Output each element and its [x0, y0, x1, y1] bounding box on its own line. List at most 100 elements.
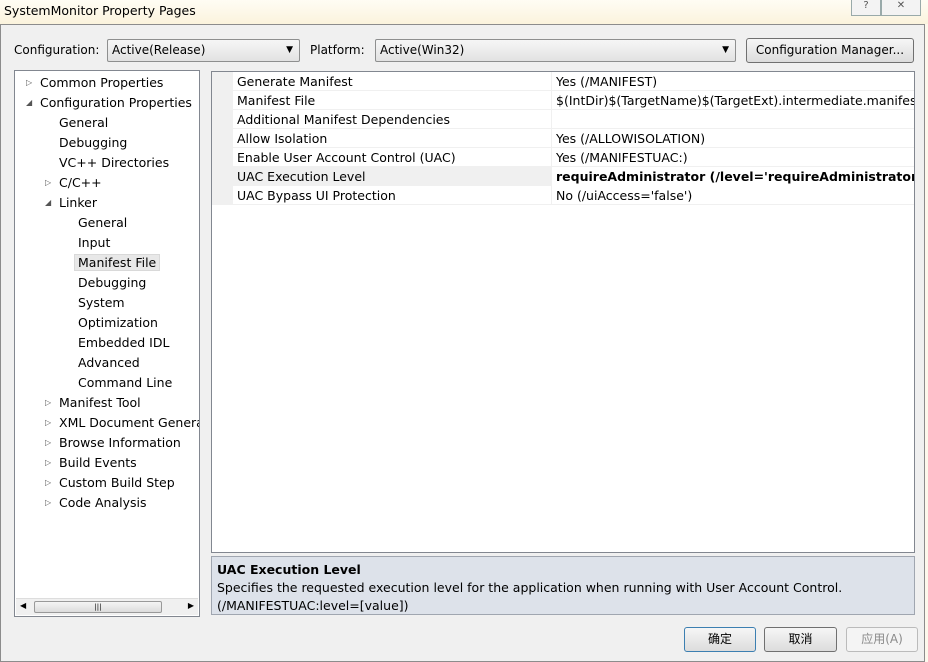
property-name: Generate Manifest — [237, 74, 353, 89]
tree-item-label: Configuration Properties — [40, 95, 192, 110]
property-row[interactable]: Allow Isolation Yes (/ALLOWISOLATION) — [212, 129, 914, 148]
expand-icon[interactable]: ▷ — [26, 74, 32, 92]
description-switch: (/MANIFESTUAC:level=[value]) — [217, 598, 409, 613]
property-grid: Generate Manifest Yes (/MANIFEST) Manifest… — [211, 71, 915, 553]
tree-item[interactable]: System — [78, 294, 125, 312]
expand-icon[interactable]: ▷ — [45, 474, 51, 492]
tree-item-label: Custom Build Step — [59, 475, 175, 490]
scroll-left-icon[interactable]: ◀ — [20, 601, 26, 610]
description-text: Specifies the requested execution level … — [217, 580, 843, 595]
property-row[interactable]: Additional Manifest Dependencies — [212, 110, 914, 129]
collapse-icon[interactable]: ◢ — [45, 194, 51, 212]
tree-item-label: Browse Information — [59, 435, 181, 450]
tree-item[interactable]: ▷ XML Document Generator — [45, 414, 199, 432]
tree-item[interactable]: Embedded IDL — [78, 334, 169, 352]
tree-item-label: C/C++ — [59, 175, 102, 190]
apply-button[interactable]: 应用(A) — [846, 627, 918, 652]
property-value[interactable]: Yes (/ALLOWISOLATION) — [551, 129, 914, 148]
tree-item-label: Manifest File — [74, 254, 161, 271]
tree-item[interactable]: ▷ Code Analysis — [45, 494, 147, 512]
scrollbar-thumb[interactable]: ||| — [34, 601, 162, 613]
ok-button[interactable]: 确定 — [684, 627, 756, 652]
row-gutter — [212, 110, 233, 129]
tree-item[interactable]: Debugging — [78, 274, 146, 292]
property-value[interactable] — [551, 110, 914, 129]
tree-item[interactable]: VC++ Directories — [59, 154, 169, 172]
tree-item-label: Debugging — [78, 275, 147, 290]
row-gutter — [212, 91, 233, 110]
tree-horizontal-scrollbar[interactable]: ◀ ||| ▶ — [16, 598, 198, 615]
row-gutter — [212, 72, 233, 91]
row-gutter — [212, 129, 233, 148]
platform-dropdown[interactable]: Active(Win32) ▼ — [375, 39, 736, 62]
row-gutter — [212, 167, 233, 186]
close-button[interactable]: ✕ — [881, 0, 921, 16]
dropdown-arrow-icon: ▼ — [286, 45, 293, 55]
tree-item-label: Input — [78, 235, 111, 250]
configuration-dropdown[interactable]: Active(Release) ▼ — [107, 39, 300, 62]
dropdown-arrow-icon: ▼ — [722, 45, 729, 55]
property-row[interactable]: Generate Manifest Yes (/MANIFEST) — [212, 72, 914, 91]
tree-item[interactable]: General — [78, 214, 127, 232]
close-icon: ✕ — [896, 0, 906, 11]
configuration-manager-button[interactable]: Configuration Manager... — [746, 38, 914, 63]
tree-item[interactable]: ▷ Common Properties — [26, 74, 164, 92]
tree-item[interactable]: Input — [78, 234, 110, 252]
tree-item-label: Embedded IDL — [78, 335, 170, 350]
tree-item[interactable]: ▷ Browse Information — [45, 434, 181, 452]
property-value[interactable]: No (/uiAccess='false') — [551, 186, 914, 205]
tree-item[interactable]: Debugging — [59, 134, 127, 152]
collapse-icon[interactable]: ◢ — [26, 94, 32, 112]
tree-item-label: Code Analysis — [59, 495, 147, 510]
row-gutter — [212, 186, 233, 205]
window-title: SystemMonitor Property Pages — [4, 3, 196, 18]
tree-item[interactable]: Optimization — [78, 314, 158, 332]
expand-icon[interactable]: ▷ — [45, 434, 51, 452]
tree-item[interactable]: General — [59, 114, 108, 132]
platform-label: Platform: — [310, 43, 365, 57]
tree-item-label: Common Properties — [40, 75, 164, 90]
tree-item-label: XML Document Generator — [59, 415, 199, 430]
expand-icon[interactable]: ▷ — [45, 414, 51, 432]
expand-icon[interactable]: ▷ — [45, 394, 51, 412]
tree-item-label: General — [59, 115, 109, 130]
configuration-value: Active(Release) — [112, 43, 206, 57]
tree-item-label: System — [78, 295, 125, 310]
tree-item[interactable]: ▷ Build Events — [45, 454, 137, 472]
cancel-button[interactable]: 取消 — [764, 627, 837, 652]
tree-item[interactable]: ◢ Linker — [45, 194, 97, 212]
title-bar: SystemMonitor Property Pages ? ✕ — [0, 0, 928, 24]
tree-item[interactable]: ◢ Configuration Properties — [26, 94, 192, 112]
property-value[interactable]: $(IntDir)$(TargetName)$(TargetExt).inter… — [551, 91, 914, 110]
expand-icon[interactable]: ▷ — [45, 174, 51, 192]
property-row[interactable]: Enable User Account Control (UAC) Yes (/M… — [212, 148, 914, 167]
help-button[interactable]: ? — [851, 0, 881, 16]
tree-item-label: VC++ Directories — [59, 155, 170, 170]
tree-item-label: General — [78, 215, 128, 230]
expand-icon[interactable]: ▷ — [45, 454, 51, 472]
tree-item[interactable]: Advanced — [78, 354, 140, 372]
help-icon: ? — [863, 0, 869, 11]
expand-icon[interactable]: ▷ — [45, 494, 51, 512]
property-value[interactable]: requireAdministrator (/level='requireAdm… — [551, 167, 914, 186]
property-row[interactable]: UAC Execution Level requireAdministrator … — [212, 167, 914, 186]
description-title: UAC Execution Level — [217, 562, 361, 577]
tree-item[interactable]: ▷ Manifest Tool — [45, 394, 141, 412]
tree-item[interactable]: ▷ Custom Build Step — [45, 474, 175, 492]
tree-item-label: Manifest Tool — [59, 395, 141, 410]
property-name: Additional Manifest Dependencies — [237, 112, 451, 127]
property-name: Allow Isolation — [237, 131, 328, 146]
property-row[interactable]: Manifest File $(IntDir)$(TargetName)$(Tar… — [212, 91, 914, 110]
tree-item[interactable]: ▷ C/C++ — [45, 174, 102, 192]
property-name: Manifest File — [237, 93, 316, 108]
tree-item[interactable]: Command Line — [78, 374, 172, 392]
tree-item-label: Linker — [59, 195, 97, 210]
scroll-right-icon[interactable]: ▶ — [188, 601, 194, 610]
tree-item[interactable]: Manifest File — [74, 254, 161, 272]
configuration-label: Configuration: — [14, 43, 100, 57]
property-value[interactable]: Yes (/MANIFESTUAC:) — [551, 148, 914, 167]
platform-value: Active(Win32) — [380, 43, 465, 57]
tree-item-label: Debugging — [59, 135, 128, 150]
property-row[interactable]: UAC Bypass UI Protection No (/uiAccess='f… — [212, 186, 914, 205]
property-value[interactable]: Yes (/MANIFEST) — [551, 72, 914, 91]
